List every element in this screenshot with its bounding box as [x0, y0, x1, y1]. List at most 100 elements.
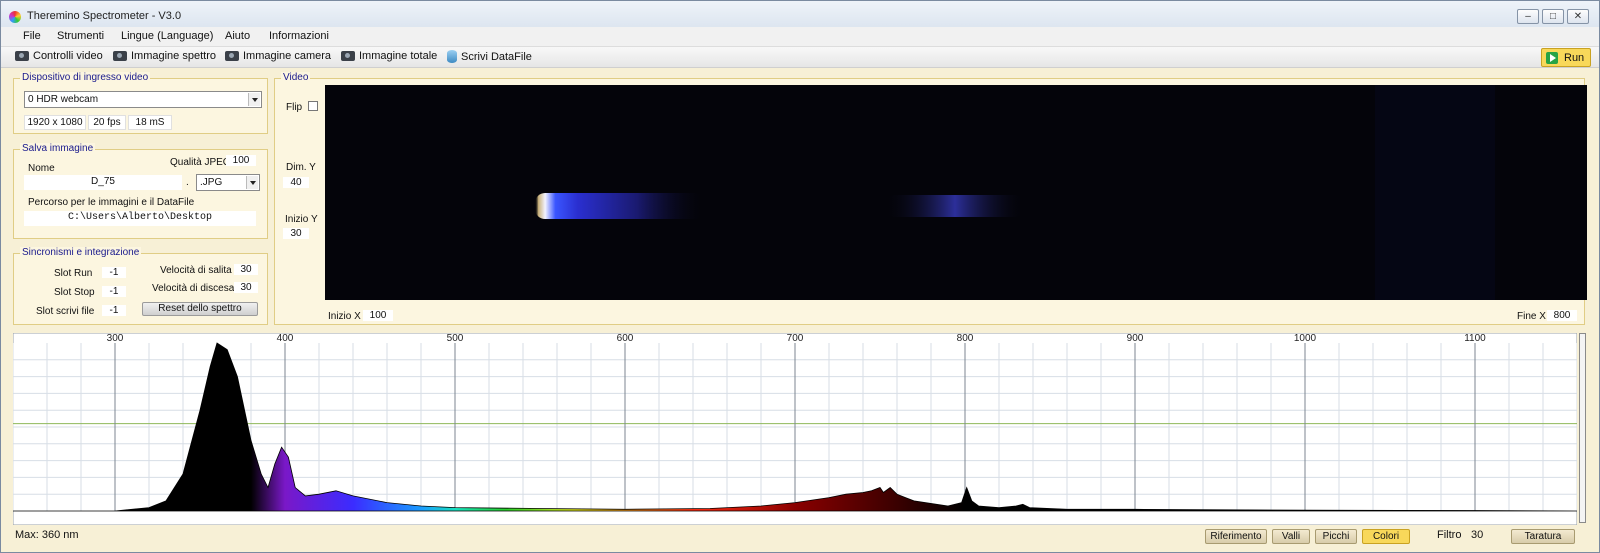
- fps-readout: 20 fps: [88, 115, 126, 130]
- save-group: Salva immagine Nome Qualità JPEG 100 D_7…: [13, 143, 268, 239]
- video-noise-region: [1375, 85, 1495, 300]
- x-tick-label: 900: [1127, 333, 1144, 344]
- x-tick-label: 400: [277, 333, 294, 344]
- video-spectrum-strip: [535, 85, 1495, 300]
- end-x-input[interactable]: 800: [1547, 310, 1577, 321]
- path-label: Percorso per le immagini e il DataFile: [28, 197, 195, 208]
- close-button[interactable]: ✕: [1567, 9, 1589, 24]
- write-datafile-label: Scrivi DataFile: [461, 50, 532, 63]
- menu-help[interactable]: Aiuto: [225, 30, 250, 42]
- rise-speed-label: Velocità di salita: [160, 265, 232, 276]
- slot-run-label: Slot Run: [54, 268, 93, 279]
- spectrum-image-button[interactable]: Immagine spettro: [113, 50, 216, 62]
- jpeg-quality-label: Qualità JPEG: [170, 157, 231, 168]
- menu-tools[interactable]: Strumenti: [57, 30, 104, 42]
- resolution-readout: 1920 x 1080: [24, 115, 86, 130]
- device-select[interactable]: 0 HDR webcam: [24, 91, 262, 108]
- calibration-button[interactable]: Taratura: [1511, 529, 1575, 544]
- video-controls-button[interactable]: Controlli video: [15, 50, 103, 62]
- dim-y-label: Dim. Y: [286, 162, 316, 173]
- total-image-label: Immagine totale: [359, 50, 438, 62]
- flip-checkbox[interactable]: [308, 101, 318, 111]
- menu-file[interactable]: File: [23, 30, 41, 42]
- extension-dot: .: [186, 177, 189, 188]
- toolbar: Controlli video Immagine spettro Immagin…: [1, 47, 1599, 68]
- slot-run-input[interactable]: -1: [102, 267, 126, 278]
- slot-stop-label: Slot Stop: [54, 287, 95, 298]
- x-tick-label: 300: [107, 333, 124, 344]
- flip-label: Flip: [286, 102, 303, 113]
- path-input[interactable]: C:\Users\Alberto\Desktop: [24, 211, 256, 226]
- video-icon: [15, 51, 29, 61]
- max-readout: Max: 360 nm: [15, 529, 79, 541]
- total-image-button[interactable]: Immagine totale: [341, 50, 437, 62]
- filter-label: Filtro: [1437, 529, 1462, 541]
- x-tick-label: 1100: [1464, 333, 1486, 344]
- peaks-button[interactable]: Picchi: [1315, 529, 1357, 544]
- run-label: Run: [1564, 51, 1585, 64]
- start-y-input[interactable]: 30: [283, 228, 309, 239]
- sync-group: Sincronismi e integrazione Slot Run -1 S…: [13, 247, 268, 325]
- camera-icon: [341, 51, 355, 61]
- chart-scrollbar[interactable]: [1579, 333, 1586, 523]
- menu-info[interactable]: Informazioni: [269, 30, 329, 42]
- x-tick-label: 1000: [1294, 333, 1317, 344]
- video-preview[interactable]: [325, 85, 1587, 300]
- x-tick-label: 500: [447, 333, 464, 344]
- play-icon: [1546, 51, 1558, 64]
- x-tick-label: 600: [617, 333, 634, 344]
- video-faint-band: [885, 195, 1025, 217]
- file-name-input[interactable]: D_75: [24, 175, 182, 190]
- run-button[interactable]: Run: [1541, 48, 1591, 67]
- write-datafile-button[interactable]: Scrivi DataFile: [447, 50, 532, 63]
- window-title: Theremino Spectrometer - V3.0: [27, 10, 182, 22]
- dim-y-input[interactable]: 40: [283, 177, 309, 188]
- camera-image-label: Immagine camera: [243, 50, 332, 62]
- spectrum-svg: 300 400 500 600 700 800 900 1000 1100: [12, 332, 1578, 526]
- format-selected: .JPG: [200, 177, 223, 188]
- device-group: Dispositivo di ingresso video 0 HDR webc…: [13, 72, 268, 134]
- camera-image-button[interactable]: Immagine camera: [225, 50, 331, 62]
- camera-icon: [113, 51, 127, 61]
- rise-speed-input[interactable]: 30: [234, 264, 258, 275]
- start-x-label: Inizio X: [328, 311, 361, 322]
- format-select[interactable]: .JPG: [196, 174, 260, 191]
- minimize-button[interactable]: –: [1517, 9, 1539, 24]
- app-window: Theremino Spectrometer - V3.0 – □ ✕ File…: [0, 0, 1600, 553]
- x-tick-label: 800: [957, 333, 974, 344]
- sync-group-title: Sincronismi e integrazione: [20, 247, 142, 258]
- device-selected: 0 HDR webcam: [28, 94, 99, 105]
- start-y-label: Inizio Y: [285, 214, 318, 225]
- chevron-down-icon: [246, 176, 258, 189]
- jpeg-quality-input[interactable]: 100: [226, 155, 256, 166]
- reset-spectrum-button[interactable]: Reset dello spettro: [142, 302, 258, 316]
- slot-stop-input[interactable]: -1: [102, 286, 126, 297]
- slot-write-input[interactable]: -1: [102, 305, 126, 316]
- device-group-title: Dispositivo di ingresso video: [20, 72, 151, 83]
- video-bright-band: [535, 193, 705, 219]
- ms-readout: 18 mS: [128, 115, 172, 130]
- maximize-button[interactable]: □: [1542, 9, 1564, 24]
- spectrum-image-label: Immagine spettro: [131, 50, 216, 62]
- app-icon: [9, 11, 21, 23]
- menu-language[interactable]: Lingue (Language): [121, 30, 213, 42]
- name-label: Nome: [28, 163, 55, 174]
- fall-speed-input[interactable]: 30: [234, 282, 258, 293]
- camera-icon: [225, 51, 239, 61]
- x-tick-label: 700: [787, 333, 804, 344]
- menu-bar: File Strumenti Lingue (Language) Aiuto I…: [1, 27, 1599, 47]
- slot-write-label: Slot scrivi file: [36, 306, 95, 317]
- end-x-label: Fine X: [1517, 311, 1546, 322]
- fall-speed-label: Velocità di discesa: [152, 283, 235, 294]
- video-group-title: Video: [281, 72, 311, 83]
- datafile-icon: [447, 50, 457, 63]
- filter-value[interactable]: 30: [1471, 529, 1483, 541]
- valleys-button[interactable]: Valli: [1272, 529, 1310, 544]
- reference-button[interactable]: Riferimento: [1205, 529, 1267, 544]
- save-group-title: Salva immagine: [20, 143, 96, 154]
- start-x-input[interactable]: 100: [363, 310, 393, 321]
- chevron-down-icon: [248, 93, 260, 106]
- spectrum-chart[interactable]: 300 400 500 600 700 800 900 1000 1100: [12, 332, 1578, 526]
- video-controls-label: Controlli video: [33, 50, 103, 62]
- colors-button[interactable]: Colori: [1362, 529, 1410, 544]
